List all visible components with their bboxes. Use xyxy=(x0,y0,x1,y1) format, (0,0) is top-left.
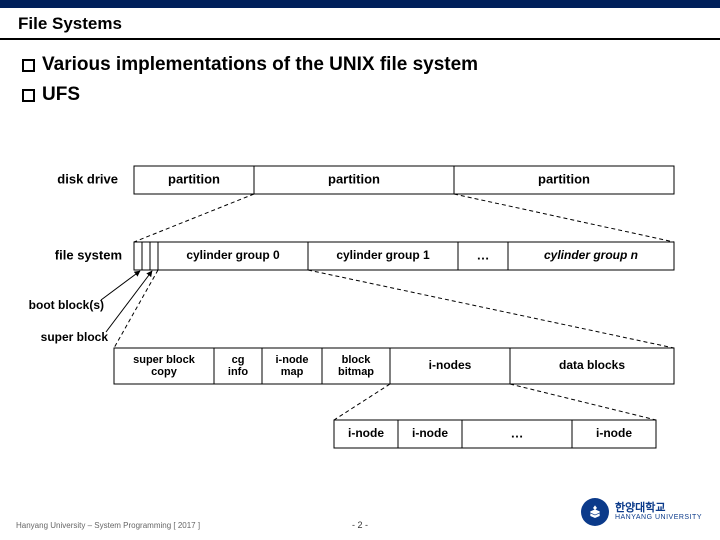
cg-label: cylinder group 1 xyxy=(336,248,430,262)
boot-block-sliver xyxy=(134,242,142,270)
inode-label: i-node xyxy=(596,426,632,440)
cg-label: cylinder group n xyxy=(544,248,638,262)
ufs-diagram: disk drive partition partition partition… xyxy=(16,150,706,490)
logo-badge-icon xyxy=(581,498,609,526)
detail-label: data blocks xyxy=(559,358,625,372)
bullet-text: UFS xyxy=(42,84,80,106)
top-accent-bar xyxy=(0,0,720,8)
inode-ellipsis-label: … xyxy=(511,425,524,440)
partition-label: partition xyxy=(538,171,590,186)
partition-label: partition xyxy=(328,171,380,186)
super-block-sliver xyxy=(150,242,158,270)
bullet-item: Various implementations of the UNIX file… xyxy=(22,54,698,76)
detail-label: blockbitmap xyxy=(338,354,374,378)
inode-label: i-node xyxy=(412,426,448,440)
logo-text: 한양대학교 HANYANG UNIVERSITY xyxy=(615,503,702,521)
detail-label: i-nodes xyxy=(429,358,472,372)
label-file-system: file system xyxy=(55,247,122,262)
label-disk-drive: disk drive xyxy=(57,171,118,186)
slide-title-area: File Systems xyxy=(0,8,720,40)
bullet-list: Various implementations of the UNIX file… xyxy=(0,40,720,106)
bullet-item: UFS xyxy=(22,84,698,106)
inode-label: i-node xyxy=(348,426,384,440)
bullet-square-icon xyxy=(22,89,35,102)
slide-title: File Systems xyxy=(18,14,702,34)
label-super-block: super block xyxy=(41,330,109,344)
label-boot-blocks: boot block(s) xyxy=(29,298,104,312)
logo-text-ko: 한양대학교 xyxy=(615,503,702,514)
university-logo: 한양대학교 HANYANG UNIVERSITY xyxy=(581,498,702,526)
bullet-text: Various implementations of the UNIX file… xyxy=(42,54,478,76)
cg-ellipsis: … xyxy=(477,247,490,262)
cg-label: cylinder group 0 xyxy=(186,248,280,262)
bullet-square-icon xyxy=(22,59,35,72)
partition-label: partition xyxy=(168,171,220,186)
boot-block-sliver xyxy=(142,242,150,270)
logo-text-en: HANYANG UNIVERSITY xyxy=(615,514,702,521)
